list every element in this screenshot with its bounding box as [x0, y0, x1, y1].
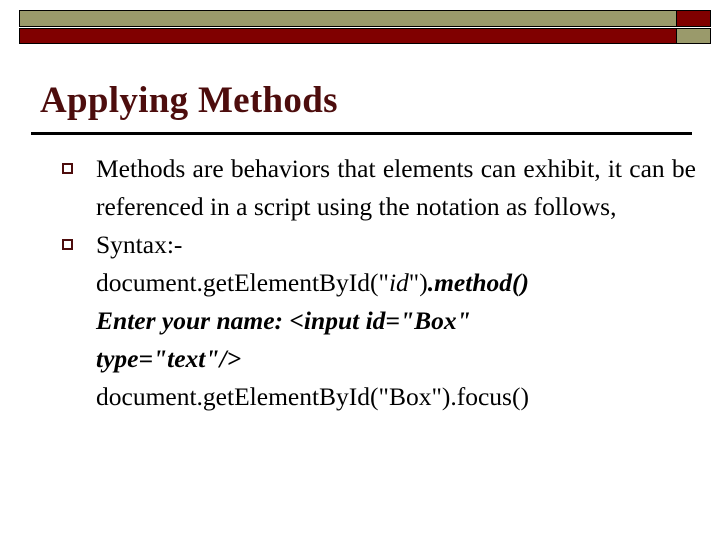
- html-text-enter-your-name-input: Enter your name: <input id="Box": [96, 306, 471, 335]
- header-bar-top-right-segment: [676, 11, 710, 26]
- header-bar-top: [19, 10, 711, 27]
- code-text-id-placeholder: id: [388, 268, 409, 297]
- bullet-item-methods: Methods are behaviors that elements can …: [31, 150, 696, 226]
- slide-body: Methods are behaviors that elements can …: [31, 150, 696, 416]
- header-bar-top-left-segment: [20, 11, 676, 26]
- code-text-method-call: .method(): [427, 268, 529, 297]
- header-decoration: [19, 10, 711, 45]
- slide-title: Applying Methods: [40, 79, 338, 121]
- header-bar-bottom: [19, 28, 711, 44]
- bullet-item-syntax-label: Syntax:-: [96, 230, 183, 259]
- header-bar-bottom-right-segment: [676, 29, 710, 43]
- header-bar-bottom-left-segment: [20, 29, 676, 43]
- bullet-item-syntax: Syntax:- document.getElementById("id").m…: [31, 226, 696, 416]
- hollow-square-bullet-icon: [62, 239, 73, 250]
- syntax-html-line-1: Enter your name: <input id="Box": [96, 302, 696, 340]
- code-text-document-getelementbyid-box-focus: document.getElementById("Box").focus(): [96, 382, 529, 411]
- syntax-code-line-1: document.getElementById("id").method(): [96, 264, 696, 302]
- bullet-item-methods-text: Methods are behaviors that elements can …: [96, 154, 696, 221]
- code-text-close-paren: "): [408, 268, 428, 297]
- title-divider: [31, 132, 692, 135]
- syntax-html-line-2: type="text"/>: [96, 340, 696, 378]
- hollow-square-bullet-icon: [62, 163, 73, 174]
- code-text-document-getelementbyid-open: document.getElementById(": [96, 268, 389, 297]
- syntax-code-line-2: document.getElementById("Box").focus(): [96, 378, 696, 416]
- html-text-type-text-close: type="text"/>: [96, 344, 242, 373]
